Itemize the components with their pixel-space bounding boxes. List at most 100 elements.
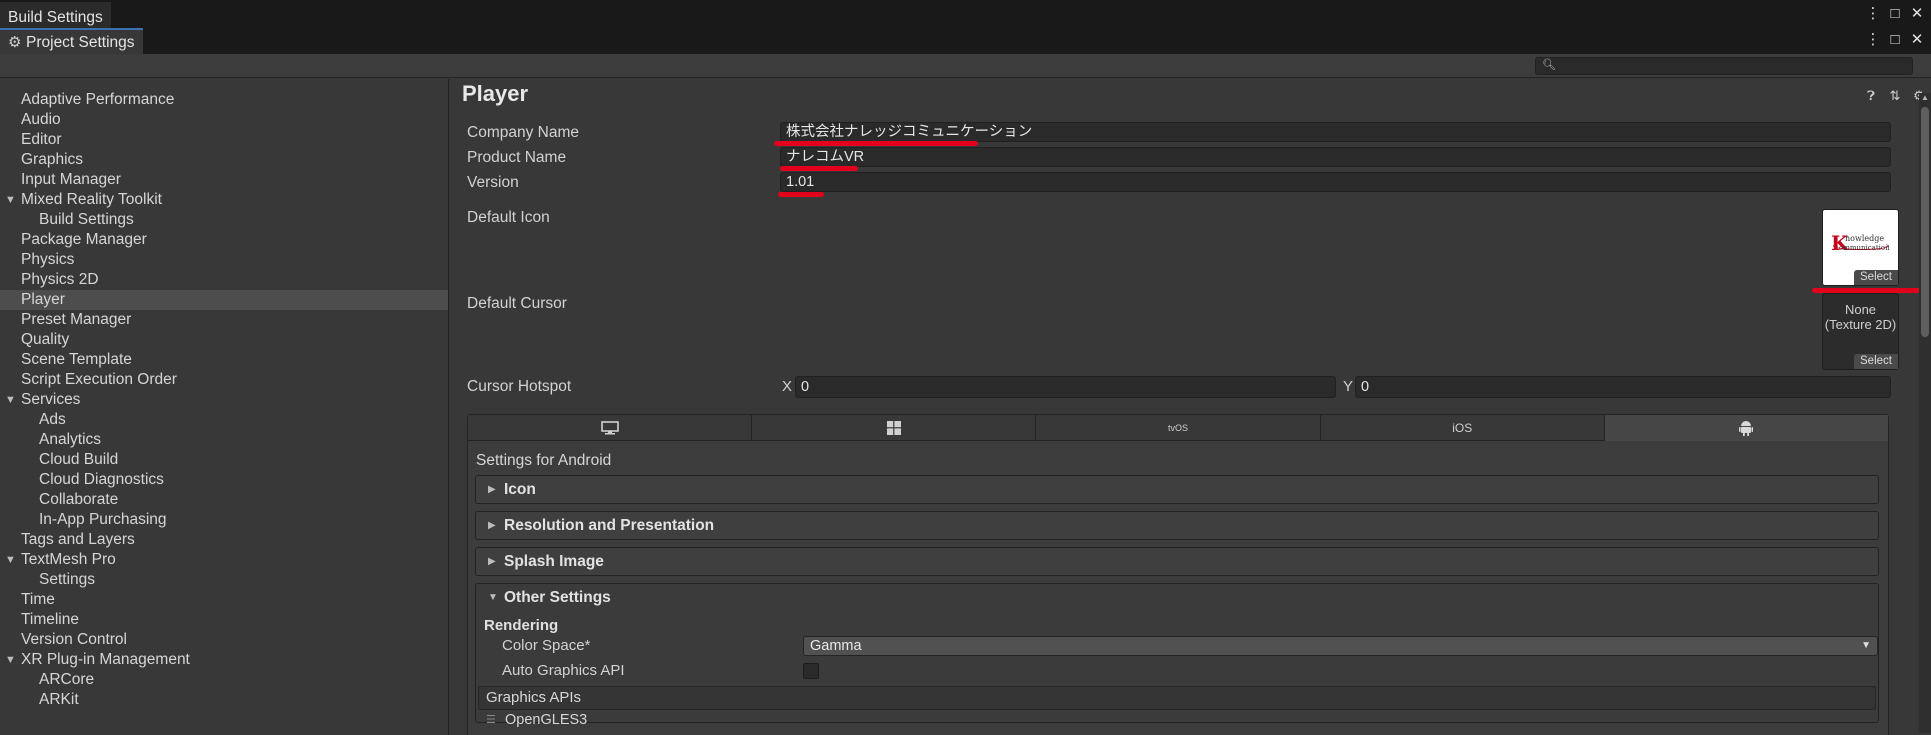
- sidebar-item-audio[interactable]: Audio: [0, 110, 448, 130]
- color-space-value: Gamma: [810, 638, 862, 654]
- sidebar-item-timeline[interactable]: Timeline: [0, 610, 448, 630]
- default-icon-slot[interactable]: K nowledge ommunication Select: [1822, 209, 1899, 286]
- sidebar-item-tags-and-layers[interactable]: Tags and Layers: [0, 530, 448, 550]
- scrollbar-thumb[interactable]: [1921, 107, 1929, 337]
- default-icon-select-button[interactable]: Select: [1854, 270, 1898, 285]
- sidebar-item-time[interactable]: Time: [0, 590, 448, 610]
- version-field[interactable]: 1.01: [780, 172, 1891, 192]
- sidebar-item-cloud-diagnostics[interactable]: Cloud Diagnostics: [0, 470, 448, 490]
- sidebar-item-label: Build Settings: [39, 211, 134, 228]
- chevron-right-icon: ▶: [488, 520, 496, 531]
- default-icon-label: Default Icon: [467, 209, 550, 226]
- vertical-scrollbar[interactable]: ▲: [1919, 93, 1931, 733]
- sidebar-item-editor[interactable]: Editor: [0, 130, 448, 150]
- expand-triangle-icon[interactable]: ▼: [5, 390, 16, 410]
- tab-platform-windows[interactable]: [752, 415, 1037, 441]
- close-icon[interactable]: ✕: [1909, 30, 1925, 48]
- tab-platform-android[interactable]: [1604, 415, 1889, 441]
- scroll-up-icon[interactable]: ▲: [1919, 93, 1931, 105]
- default-cursor-select-button[interactable]: Select: [1854, 354, 1898, 369]
- sidebar-item-label: Script Execution Order: [21, 371, 177, 388]
- sidebar-item-label: Settings: [39, 571, 96, 588]
- sidebar-item-label: Cloud Build: [39, 451, 119, 468]
- default-cursor-slot[interactable]: None (Texture 2D) Select: [1822, 293, 1899, 370]
- foldout-splash[interactable]: ▶ Splash Image: [475, 547, 1879, 576]
- foldout-resolution[interactable]: ▶ Resolution and Presentation: [475, 511, 1879, 540]
- sidebar-item-label: Physics: [21, 251, 75, 268]
- sidebar-item-settings[interactable]: Settings: [0, 570, 448, 590]
- sidebar-item-preset-manager[interactable]: Preset Manager: [0, 310, 448, 330]
- gear-icon: ⚙: [8, 34, 22, 51]
- sidebar-item-arcore[interactable]: ARCore: [0, 670, 448, 690]
- sidebar-item-adaptive-performance[interactable]: Adaptive Performance: [0, 90, 448, 110]
- preset-icon[interactable]: ⇅: [1887, 88, 1903, 104]
- sidebar-item-in-app-purchasing[interactable]: In-App Purchasing: [0, 510, 448, 530]
- foldout-icon[interactable]: ▶ Icon: [475, 475, 1879, 504]
- window-controls: ⋮ □ ✕: [1865, 4, 1925, 23]
- sidebar-item-xr-plug-in-management[interactable]: ▼ XR Plug-in Management: [0, 650, 448, 670]
- sidebar-item-analytics[interactable]: Analytics: [0, 430, 448, 450]
- tab-platform-standalone[interactable]: [468, 415, 753, 441]
- sidebar-item-player[interactable]: Player: [0, 290, 448, 310]
- sidebar-item-label: Preset Manager: [21, 311, 132, 328]
- foldout-other-settings: ▼ Other Settings Rendering Color Space* …: [475, 583, 1879, 728]
- sidebar-item-physics-2d[interactable]: Physics 2D: [0, 270, 448, 290]
- expand-triangle-icon[interactable]: ▼: [5, 650, 16, 670]
- foldout-other-label: Other Settings: [504, 589, 611, 606]
- sidebar-item-input-manager[interactable]: Input Manager: [0, 170, 448, 190]
- sidebar-item-scene-template[interactable]: Scene Template: [0, 350, 448, 370]
- sidebar-item-label: Cloud Diagnostics: [39, 471, 164, 488]
- product-name-field[interactable]: ナレコムVR: [780, 147, 1891, 167]
- default-cursor-label: Default Cursor: [467, 295, 567, 312]
- tab-project-settings-label: Project Settings: [26, 34, 135, 51]
- tab-platform-tvos[interactable]: tvOS: [1036, 415, 1321, 441]
- sidebar-item-physics[interactable]: Physics: [0, 250, 448, 270]
- more-menu-icon[interactable]: ⋮: [1865, 30, 1881, 48]
- sidebar-item-label: Tags and Layers: [21, 531, 135, 548]
- sidebar-item-graphics[interactable]: Graphics: [0, 150, 448, 170]
- maximize-icon[interactable]: □: [1887, 5, 1903, 22]
- company-name-label: Company Name: [467, 124, 579, 141]
- platform-tabs: tvOS iOS: [468, 415, 1889, 441]
- hotspot-y-field[interactable]: 0: [1355, 376, 1891, 398]
- product-name-label: Product Name: [467, 149, 567, 166]
- sidebar-item-version-control[interactable]: Version Control: [0, 630, 448, 650]
- graphics-api-item-label: OpenGLES3: [505, 712, 588, 728]
- sidebar-item-package-manager[interactable]: Package Manager: [0, 230, 448, 250]
- sidebar-item-quality[interactable]: Quality: [0, 330, 448, 350]
- sidebar-item-ads[interactable]: Ads: [0, 410, 448, 430]
- sidebar-item-label: In-App Purchasing: [39, 511, 167, 528]
- sidebar-item-textmesh-pro[interactable]: ▼ TextMesh Pro: [0, 550, 448, 570]
- tab-build-settings[interactable]: Build Settings: [0, 2, 111, 28]
- foldout-resolution-label: Resolution and Presentation: [504, 517, 715, 534]
- close-icon[interactable]: ✕: [1909, 4, 1925, 22]
- sidebar-item-arkit[interactable]: ARKit: [0, 690, 448, 710]
- expand-triangle-icon[interactable]: ▼: [5, 550, 16, 570]
- more-menu-icon[interactable]: ⋮: [1865, 4, 1881, 22]
- tvos-icon: tvOS: [1168, 422, 1189, 433]
- search-input[interactable]: 🔍︎: [1535, 57, 1913, 75]
- sidebar-item-build-settings[interactable]: Build Settings: [0, 210, 448, 230]
- cursor-hotspot-label: Cursor Hotspot: [467, 378, 572, 395]
- sidebar-item-label: Physics 2D: [21, 271, 99, 288]
- sidebar-item-label: Version Control: [21, 631, 127, 648]
- sidebar-item-script-execution-order[interactable]: Script Execution Order: [0, 370, 448, 390]
- foldout-other-settings-header[interactable]: ▼ Other Settings: [488, 584, 1878, 612]
- drag-handle-icon[interactable]: ☰: [486, 710, 496, 730]
- sidebar-item-services[interactable]: ▼ Services: [0, 390, 448, 410]
- sidebar-item-collaborate[interactable]: Collaborate: [0, 490, 448, 510]
- tab-platform-ios[interactable]: iOS: [1320, 415, 1605, 441]
- help-icon[interactable]: ❓︎: [1863, 88, 1879, 104]
- graphics-api-item[interactable]: ☰ OpenGLES3: [478, 710, 1876, 730]
- sidebar-item-cloud-build[interactable]: Cloud Build: [0, 450, 448, 470]
- sidebar-item-mixed-reality-toolkit[interactable]: ▼ Mixed Reality Toolkit: [0, 190, 448, 210]
- hotspot-x-field[interactable]: 0: [795, 376, 1336, 398]
- auto-graphics-api-checkbox[interactable]: [803, 663, 819, 679]
- maximize-icon[interactable]: □: [1887, 31, 1903, 48]
- sidebar-item-label: Audio: [21, 111, 61, 128]
- tab-project-settings[interactable]: ⚙ Project Settings: [0, 28, 143, 54]
- expand-triangle-icon[interactable]: ▼: [5, 190, 16, 210]
- company-name-field[interactable]: 株式会社ナレッジコミュニケーション: [780, 122, 1891, 142]
- color-space-dropdown[interactable]: Gamma ▼: [803, 636, 1878, 656]
- sidebar-item-label: XR Plug-in Management: [21, 651, 190, 668]
